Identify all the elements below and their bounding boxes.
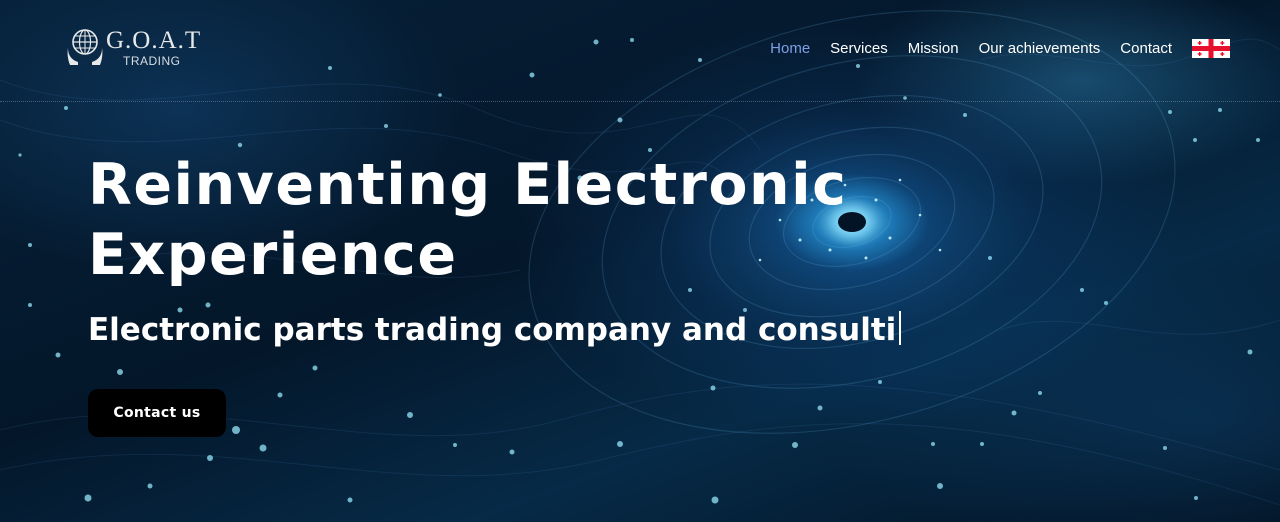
logo-title: G.O.A.T [106, 27, 202, 54]
nav-services[interactable]: Services [830, 40, 888, 57]
logo-subtitle: TRADING [123, 54, 181, 68]
typed-text: Electronic parts trading company and con… [88, 312, 897, 348]
nav-contact[interactable]: Contact [1120, 40, 1172, 57]
hero-typed-subheadline: Electronic parts trading company and con… [88, 310, 902, 350]
contact-us-button[interactable]: Contact us [88, 389, 226, 437]
nav-our-achievements[interactable]: Our achievements [979, 40, 1101, 57]
site-header: G.O.A.T TRADING Home Services Mission Ou… [0, 0, 1280, 102]
georgia-flag-icon[interactable] [1192, 38, 1230, 58]
globe-hands-icon [67, 29, 103, 65]
typing-caret [899, 311, 902, 345]
nav-mission[interactable]: Mission [908, 40, 959, 57]
main-nav: Home Services Mission Our achievements C… [770, 37, 1280, 59]
hero-headline: Reinventing Electronic Experience [88, 150, 988, 290]
nav-home[interactable]: Home [770, 40, 810, 57]
brand-logo[interactable]: G.O.A.T TRADING [66, 26, 206, 70]
hero-headline-line2: Experience [88, 222, 458, 288]
hero-headline-line1: Reinventing Electronic [88, 152, 848, 218]
